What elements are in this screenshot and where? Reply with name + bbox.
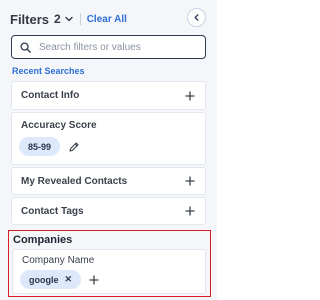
filter-count-dropdown[interactable]: 2 <box>54 12 74 26</box>
header-divider <box>79 13 81 25</box>
filter-count: 2 <box>54 12 61 26</box>
recent-searches-link[interactable]: Recent Searches <box>12 66 85 76</box>
filters-title: Filters <box>10 11 50 27</box>
plus-icon[interactable] <box>185 176 195 186</box>
revealed-contacts-section[interactable]: My Revealed Contacts <box>11 167 206 195</box>
contact-info-label: Contact Info <box>21 90 80 101</box>
search-input[interactable] <box>37 40 201 54</box>
contact-tags-label: Contact Tags <box>21 205 84 217</box>
clear-all-link[interactable]: Clear All <box>87 14 127 25</box>
plus-icon[interactable] <box>185 90 195 101</box>
companies-section: Companies Company Name google ✕ <box>8 230 211 297</box>
company-name-filter: Company Name google ✕ <box>12 249 206 294</box>
revealed-contacts-label: My Revealed Contacts <box>21 175 128 187</box>
filters-header: Filters 2 Clear All <box>10 8 210 30</box>
accuracy-score-chip[interactable]: 85-99 <box>19 137 61 156</box>
chevron-down-icon <box>65 16 73 22</box>
company-name-label: Company Name <box>22 254 95 266</box>
edit-icon[interactable] <box>68 141 80 153</box>
filter-search-box <box>11 35 206 59</box>
chevron-left-icon <box>194 14 199 21</box>
accuracy-score-section: Accuracy Score 85-99 <box>11 112 206 165</box>
filters-panel: Filters 2 Clear All Recent Searches Cont… <box>0 0 217 300</box>
companies-title: Companies <box>13 234 73 246</box>
plus-icon[interactable] <box>185 206 195 216</box>
contact-tags-section[interactable]: Contact Tags <box>11 197 206 225</box>
plus-icon[interactable] <box>89 274 99 285</box>
company-name-value: google <box>29 274 59 285</box>
search-icon <box>20 41 31 53</box>
remove-chip-icon[interactable]: ✕ <box>65 274 73 285</box>
contact-info-section[interactable]: Contact Info <box>11 81 206 110</box>
company-name-chip[interactable]: google ✕ <box>20 270 82 289</box>
collapse-panel-button[interactable] <box>187 8 206 27</box>
accuracy-score-label: Accuracy Score <box>21 119 97 131</box>
accuracy-score-value: 85-99 <box>28 141 52 152</box>
